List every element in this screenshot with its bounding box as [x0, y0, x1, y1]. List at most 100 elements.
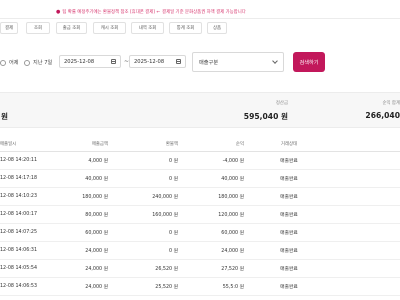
- cell-amount: 80,000 원: [85, 213, 108, 218]
- table-row[interactable]: 12-08 14:06:31 24,000 원 0 원 24,000 원 매출완료: [0, 242, 400, 260]
- summary-settlement: 정산금 595,040 원: [200, 93, 288, 129]
- tab-stats[interactable]: 통계 조회: [169, 22, 202, 34]
- cell-refund: 25,520 원: [155, 285, 178, 290]
- radio-label: 어제: [9, 60, 19, 66]
- tab-history[interactable]: 내역 조회: [131, 22, 164, 34]
- cell-amount: 4,000 원: [88, 159, 108, 164]
- cell-refund: 0 원: [169, 231, 178, 236]
- notice-text-right: 결제일 기준 문화상품권 차액 결제 가능합니다: [162, 10, 246, 15]
- cell-status: 매출완료: [280, 159, 298, 164]
- category-select-value: 매출구분: [199, 59, 219, 66]
- table-header: 매출일시 매출금액 환불액 순익 거래상태: [0, 136, 400, 152]
- cell-net: -4,000 원: [222, 159, 244, 164]
- tab-withdrawal[interactable]: 출금 조회: [56, 22, 87, 34]
- tab-payment[interactable]: 결제: [0, 22, 18, 34]
- summary-bar: 원 정산금 595,040 원 순익 합계 266,040: [0, 92, 400, 128]
- table-row[interactable]: 12-08 14:10:23 180,000 원 240,000 원 180,000 …: [0, 188, 400, 206]
- cell-datetime: 12-08 14:20:11: [0, 158, 38, 163]
- tab-label: 통계 조회: [176, 26, 195, 31]
- cell-net: 180,000 원: [218, 195, 244, 200]
- cell-net: 24,000 원: [221, 249, 244, 254]
- cell-amount: 180,000 원: [82, 195, 108, 200]
- chevron-down-icon: [272, 58, 278, 64]
- notice-text-left: 팁 확률 예정주기에는 환불정책 참조 [휴대폰 결제] ←: [62, 10, 161, 15]
- cell-status: 매출완료: [280, 195, 298, 200]
- cell-net: 120,000 원: [218, 213, 244, 218]
- radio-button[interactable]: [0, 59, 6, 66]
- cell-net: 27,520 원: [221, 267, 244, 272]
- cell-status: 매출완료: [280, 285, 298, 290]
- column-header: 환불액: [165, 141, 178, 147]
- sales-table: 매출일시 매출금액 환불액 순익 거래상태 12-08 14:20:11 4,00…: [0, 136, 400, 296]
- tab-cash[interactable]: 캐시 조회: [93, 22, 126, 34]
- column-header: 거래상태: [280, 141, 298, 147]
- date-to-value: 2025-12-08: [134, 58, 165, 65]
- date-from-input[interactable]: 2025-12-08: [59, 55, 121, 68]
- date-from-value: 2025-12-08: [64, 58, 95, 65]
- cell-datetime: 12-08 14:10:23: [0, 194, 38, 199]
- cell-amount: 24,000 원: [85, 285, 108, 290]
- table-row[interactable]: 12-08 14:00:17 80,000 원 160,000 원 120,000 원…: [0, 206, 400, 224]
- table-row[interactable]: 12-08 14:07:25 60,000 원 0 원 60,000 원 매출완료: [0, 224, 400, 242]
- column-header: 매출금액: [91, 141, 108, 147]
- table-row[interactable]: 12-08 14:06:53 24,000 원 25,520 원 55,5:0 원 매출…: [0, 278, 400, 296]
- radio-button[interactable]: [24, 59, 30, 66]
- cell-net: 40,000 원: [221, 177, 244, 182]
- cell-status: 매출완료: [280, 213, 298, 218]
- cell-status: 매출완료: [280, 177, 298, 182]
- cell-datetime: 12-08 14:06:31: [0, 248, 38, 253]
- search-button-label: 검색하기: [299, 59, 319, 66]
- radio-label: 지난 7일: [33, 60, 53, 66]
- summary-value: 원: [1, 112, 8, 121]
- cell-status: 매출완료: [280, 231, 298, 236]
- tab-label: 캐시 조회: [100, 26, 119, 31]
- cell-amount: 60,000 원: [85, 231, 108, 236]
- column-header: 순익: [235, 141, 244, 147]
- cell-net: 55,5:0 원: [222, 285, 244, 290]
- summary-net-profit: 순익 합계 266,040: [300, 93, 400, 129]
- tab-label: 내역 조회: [138, 26, 157, 31]
- summary-label: 정산금: [275, 101, 288, 106]
- tab-inquiry[interactable]: 조회: [26, 22, 50, 34]
- cell-status: 매출완료: [280, 249, 298, 254]
- cell-datetime: 12-08 14:06:53: [0, 284, 38, 289]
- date-to-input[interactable]: 2025-12-08: [129, 55, 186, 68]
- radio-last-7-days[interactable]: 지난 7일: [24, 59, 52, 66]
- cell-refund: 0 원: [169, 249, 178, 254]
- tab-label: 조회: [33, 26, 43, 31]
- filter-bar: 어제 지난 7일 2025-12-08 ~ 2025-12-08 매출구분 검색…: [0, 48, 400, 76]
- cell-refund: 160,000 원: [152, 213, 178, 218]
- tab-bar: 결제 조회 출금 조회 캐시 조회 내역 조회 통계 조회 상품: [0, 22, 400, 34]
- summary-value: 266,040: [365, 111, 400, 120]
- cell-amount: 24,000 원: [85, 249, 108, 254]
- calendar-icon[interactable]: [176, 59, 181, 64]
- table-row[interactable]: 12-08 14:05:54 24,000 원 26,520 원 27,520 원 매출…: [0, 260, 400, 278]
- notice-icon: ●: [56, 9, 61, 15]
- calendar-icon[interactable]: [111, 59, 116, 64]
- table-row[interactable]: 12-08 14:17:18 40,000 원 0 원 40,000 원 매출완료: [0, 170, 400, 188]
- tab-label: 상품: [212, 26, 222, 31]
- cell-refund: 26,520 원: [155, 267, 178, 272]
- column-header: 매출일시: [0, 141, 17, 147]
- cell-status: 매출완료: [280, 267, 298, 272]
- cell-datetime: 12-08 14:07:25: [0, 230, 38, 235]
- tab-label: 출금 조회: [62, 26, 81, 31]
- cell-datetime: 12-08 14:05:54: [0, 266, 38, 271]
- table-row[interactable]: 12-08 14:20:11 4,000 원 0 원 -4,000 원 매출완료: [0, 152, 400, 170]
- cell-amount: 40,000 원: [85, 177, 108, 182]
- notice-bar: ● 팁 확률 예정주기에는 환불정책 참조 [휴대폰 결제] ← 결제일 기준 …: [56, 8, 356, 16]
- cell-net: 60,000 원: [221, 231, 244, 236]
- cell-refund: 0 원: [169, 177, 178, 182]
- radio-yesterday[interactable]: 어제: [0, 59, 19, 66]
- tab-product[interactable]: 상품: [207, 22, 227, 34]
- cell-datetime: 12-08 14:17:18: [0, 176, 38, 181]
- category-select[interactable]: 매출구분: [192, 52, 284, 72]
- search-button[interactable]: 검색하기: [293, 52, 325, 72]
- table-body: 12-08 14:20:11 4,000 원0 원 -4,000 원 매출완료 12-0…: [0, 152, 400, 296]
- summary-total-sales: 원: [0, 93, 8, 129]
- summary-label: 순익 합계: [382, 101, 400, 106]
- cell-refund: 240,000 원: [152, 195, 178, 200]
- cell-datetime: 12-08 14:00:17: [0, 212, 38, 217]
- divider: [0, 18, 400, 19]
- cell-amount: 24,000 원: [85, 267, 108, 272]
